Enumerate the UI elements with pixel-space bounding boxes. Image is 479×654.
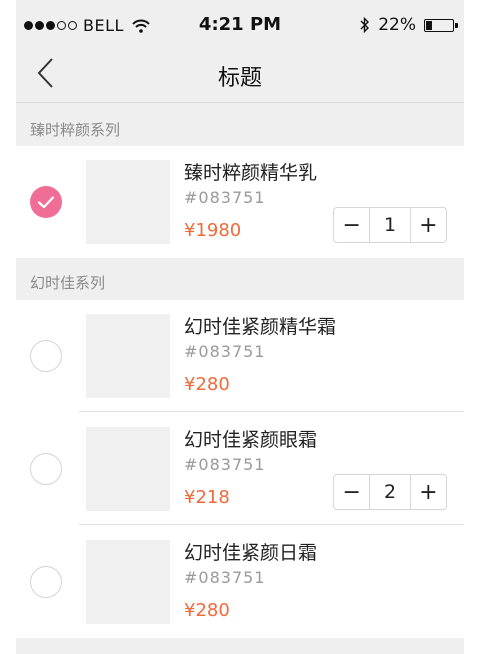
battery-percent: 22%: [378, 15, 416, 35]
status-right: 22%: [360, 15, 458, 35]
quantity-value[interactable]: 2: [369, 475, 411, 509]
nav-bar: 标题: [16, 46, 464, 103]
screen: BELL 4:21 PM 22% 标题 臻时粹颜系列 臻时粹颜精华乳 #0837…: [16, 0, 464, 654]
product-image: [86, 540, 170, 624]
select-checkbox[interactable]: [30, 340, 62, 372]
product-name: 臻时粹颜精华乳: [184, 162, 318, 184]
product-price: ¥1980: [184, 220, 242, 241]
increase-button[interactable]: +: [411, 208, 446, 242]
status-bar: BELL 4:21 PM 22%: [16, 0, 464, 46]
product-item[interactable]: 臻时粹颜精华乳 #083751 ¥1980 − 1 +: [16, 146, 464, 258]
product-name: 幻时佳紧颜眼霜: [184, 429, 318, 451]
quantity-stepper: − 2 +: [333, 474, 447, 510]
section-title: 臻时粹颜系列: [30, 121, 121, 139]
product-code: #083751: [184, 342, 266, 361]
product-item[interactable]: 幻时佳紧颜精华霜 #083751 ¥280: [16, 300, 464, 412]
quantity-value[interactable]: 1: [369, 208, 411, 242]
product-price: ¥218: [184, 487, 230, 508]
select-checkbox[interactable]: [30, 566, 62, 598]
battery-icon: [424, 18, 458, 32]
section-title: 幻时佳系列: [30, 274, 106, 292]
product-list: 幻时佳紧颜精华霜 #083751 ¥280 幻时佳紧颜眼霜 #083751 ¥2…: [16, 300, 464, 638]
product-image: [86, 160, 170, 244]
increase-button[interactable]: +: [411, 475, 446, 509]
product-image: [86, 427, 170, 511]
checkmark-icon: [37, 196, 55, 209]
section-header: 臻时粹颜系列: [16, 107, 464, 149]
product-code: #083751: [184, 455, 266, 474]
section-header: 幻时佳系列: [16, 260, 464, 302]
product-price: ¥280: [184, 374, 230, 395]
battery-fill: [426, 20, 432, 30]
product-code: #083751: [184, 188, 266, 207]
product-code: #083751: [184, 568, 266, 587]
product-item[interactable]: 幻时佳紧颜日霜 #083751 ¥280: [16, 526, 464, 638]
page-title: 标题: [217, 66, 262, 91]
decrease-button[interactable]: −: [334, 475, 369, 509]
battery-cap: [455, 22, 458, 28]
bluetooth-icon: [360, 17, 370, 33]
product-name: 幻时佳紧颜精华霜: [184, 316, 337, 338]
product-name: 幻时佳紧颜日霜: [184, 542, 318, 564]
product-list: 臻时粹颜精华乳 #083751 ¥1980 − 1 +: [16, 146, 464, 258]
product-image: [86, 314, 170, 398]
product-item[interactable]: 幻时佳紧颜眼霜 #083751 ¥218 − 2 +: [16, 413, 464, 525]
quantity-stepper: − 1 +: [333, 207, 447, 243]
product-price: ¥280: [184, 600, 230, 621]
select-checkbox[interactable]: [30, 453, 62, 485]
decrease-button[interactable]: −: [334, 208, 369, 242]
select-checkbox[interactable]: [30, 186, 62, 218]
